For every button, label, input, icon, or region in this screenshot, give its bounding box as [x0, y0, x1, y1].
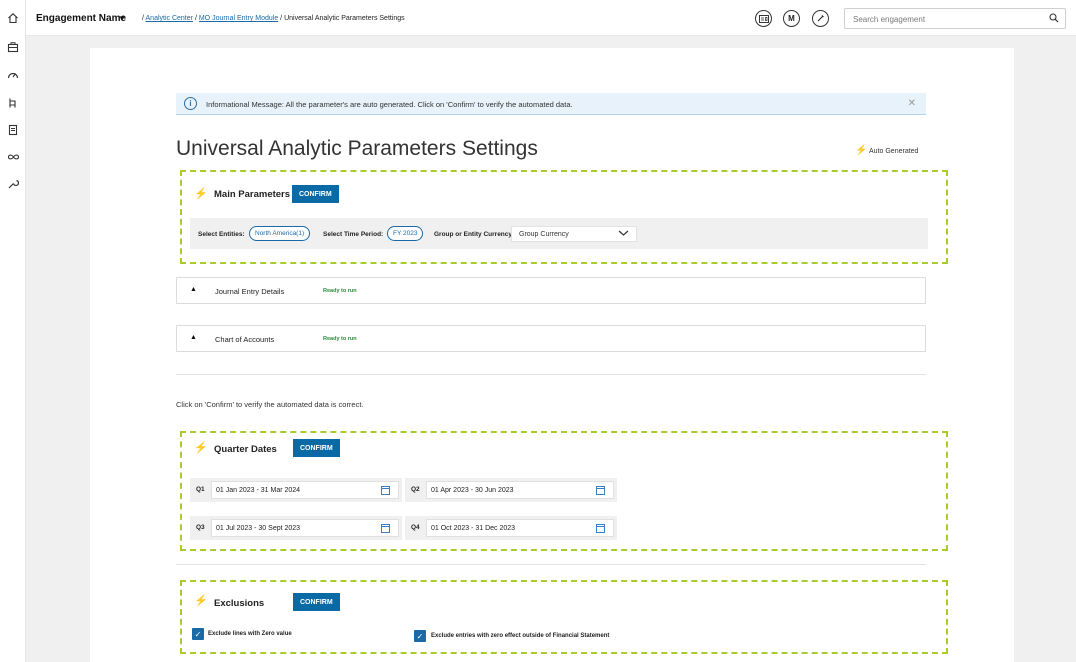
status-badge: Ready to run	[323, 336, 357, 342]
search-input[interactable]: Search engagement	[844, 8, 1066, 29]
close-icon[interactable]: ✕	[908, 98, 916, 109]
main-parameters-title: Main Parameters	[214, 189, 291, 200]
calendar-icon[interactable]	[381, 486, 390, 495]
time-period-pill[interactable]: FY 2023	[387, 226, 424, 241]
breadcrumb-separator: /	[142, 15, 144, 22]
entities-pill[interactable]: North America(1)	[249, 226, 311, 241]
currency-label: Group or Entity Currency	[434, 231, 513, 238]
wrench-icon[interactable]	[6, 177, 20, 191]
auto-generated-badge: ⚡ Auto Generated	[855, 145, 918, 156]
page-canvas: i Informational Message: All the paramet…	[26, 36, 1076, 662]
date-range-input[interactable]: 01 Apr 2023 - 30 Jun 2023	[426, 481, 614, 499]
quarter-label: Q4	[411, 524, 420, 531]
search-placeholder: Search engagement	[853, 15, 926, 24]
date-range-value: 01 Jan 2023 - 31 Mar 2024	[216, 487, 301, 494]
main-parameters-confirm-button[interactable]: CONFIRM	[292, 185, 339, 203]
currency-value: Group Currency	[519, 231, 569, 238]
briefcase-icon[interactable]	[6, 40, 20, 54]
quarter-field-q3: Q3 01 Jul 2023 - 30 Sept 2023	[190, 516, 402, 540]
date-range-value: 01 Oct 2023 - 31 Dec 2023	[431, 525, 516, 532]
magic-wand-icon: ⚡	[855, 145, 868, 156]
breadcrumb-current: Universal Analytic Parameters Settings	[284, 15, 405, 22]
magic-wand-icon: ⚡	[194, 442, 208, 454]
calendar-icon[interactable]	[596, 486, 605, 495]
magic-wand-icon: ⚡	[194, 595, 208, 607]
breadcrumb-separator: /	[194, 15, 197, 22]
exclusions-title: Exclusions	[214, 598, 265, 609]
calendar-icon[interactable]	[596, 524, 605, 533]
verify-note: Click on 'Confirm' to verify the automat…	[176, 400, 364, 409]
quarter-field-q4: Q4 01 Oct 2023 - 31 Dec 2023	[405, 516, 617, 540]
entities-label: Select Entities:	[198, 231, 245, 238]
currency-select[interactable]: Group Currency	[511, 226, 637, 242]
checkbox-label: Exclude entries with zero effect outside…	[431, 633, 610, 639]
caret-up-icon[interactable]: ▲	[190, 334, 197, 341]
date-range-input[interactable]: 01 Oct 2023 - 31 Dec 2023	[426, 519, 614, 537]
chevron-down-icon[interactable]: ▼	[118, 14, 126, 23]
hierarchy-icon[interactable]	[6, 96, 20, 110]
breadcrumb-separator: /	[280, 15, 283, 22]
time-period-label: Select Time Period:	[323, 231, 384, 238]
accordion-journal-entry-details[interactable]: ▲ Journal Entry Details Ready to run	[176, 277, 926, 304]
edit-icon[interactable]	[812, 10, 829, 27]
engagement-name[interactable]: Engagement Name	[36, 13, 126, 24]
date-range-input[interactable]: 01 Jul 2023 - 30 Sept 2023	[211, 519, 399, 537]
breadcrumb-link-journal-entry-module[interactable]: MO Journal Entry Module	[199, 15, 278, 22]
caret-up-icon[interactable]: ▲	[190, 286, 197, 293]
exclusions-confirm-button[interactable]: CONFIRM	[293, 593, 340, 611]
quarter-label: Q3	[196, 524, 205, 531]
auto-generated-label: Auto Generated	[869, 148, 919, 155]
search-icon[interactable]	[1049, 13, 1059, 26]
calendar-icon[interactable]	[381, 524, 390, 533]
page-title: Universal Analytic Parameters Settings	[176, 137, 538, 160]
quarter-field-q2: Q2 01 Apr 2023 - 30 Jun 2023	[405, 478, 617, 502]
divider	[176, 564, 926, 565]
checkbox-icon[interactable]: ✓	[414, 630, 426, 642]
document-icon[interactable]	[6, 123, 20, 137]
id-card-icon[interactable]	[755, 10, 772, 27]
checkbox-label: Exclude lines with Zero value	[208, 631, 292, 637]
quarter-field-q1: Q1 01 Jan 2023 - 31 Mar 2024	[190, 478, 402, 502]
infinity-icon[interactable]	[6, 150, 20, 164]
date-range-input[interactable]: 01 Jan 2023 - 31 Mar 2024	[211, 481, 399, 499]
quarter-label: Q1	[196, 486, 205, 493]
quarter-dates-confirm-button[interactable]: CONFIRM	[293, 439, 340, 457]
magic-wand-icon: ⚡	[194, 188, 208, 200]
date-range-value: 01 Apr 2023 - 30 Jun 2023	[431, 487, 514, 494]
accordion-chart-of-accounts[interactable]: ▲ Chart of Accounts Ready to run	[176, 325, 926, 352]
avatar[interactable]: M	[783, 10, 800, 27]
date-range-value: 01 Jul 2023 - 30 Sept 2023	[216, 525, 301, 532]
checkbox-icon[interactable]: ✓	[192, 628, 204, 640]
status-badge: Ready to run	[323, 288, 357, 294]
left-rail	[0, 0, 26, 662]
gauge-icon[interactable]	[6, 68, 20, 82]
chevron-down-icon	[618, 229, 629, 239]
accordion-title: Journal Entry Details	[215, 287, 285, 296]
content-card: i Informational Message: All the paramet…	[90, 48, 1014, 662]
home-icon[interactable]	[6, 11, 20, 25]
exclusions-section	[180, 580, 948, 654]
info-banner: i Informational Message: All the paramet…	[176, 93, 926, 115]
info-icon: i	[184, 97, 197, 110]
divider	[176, 374, 926, 375]
top-bar: Engagement Name ▼ / Analytic Center / MO…	[26, 0, 1076, 36]
breadcrumb: / Analytic Center / MO Journal Entry Mod…	[142, 15, 405, 22]
quarter-label: Q2	[411, 486, 420, 493]
quarter-dates-title: Quarter Dates	[214, 444, 277, 455]
parameter-bar: Select Entities: North America(1) Select…	[190, 218, 928, 249]
breadcrumb-link-analytic-center[interactable]: Analytic Center	[146, 15, 193, 22]
info-message: Informational Message: All the parameter…	[206, 100, 573, 109]
accordion-title: Chart of Accounts	[215, 335, 275, 344]
